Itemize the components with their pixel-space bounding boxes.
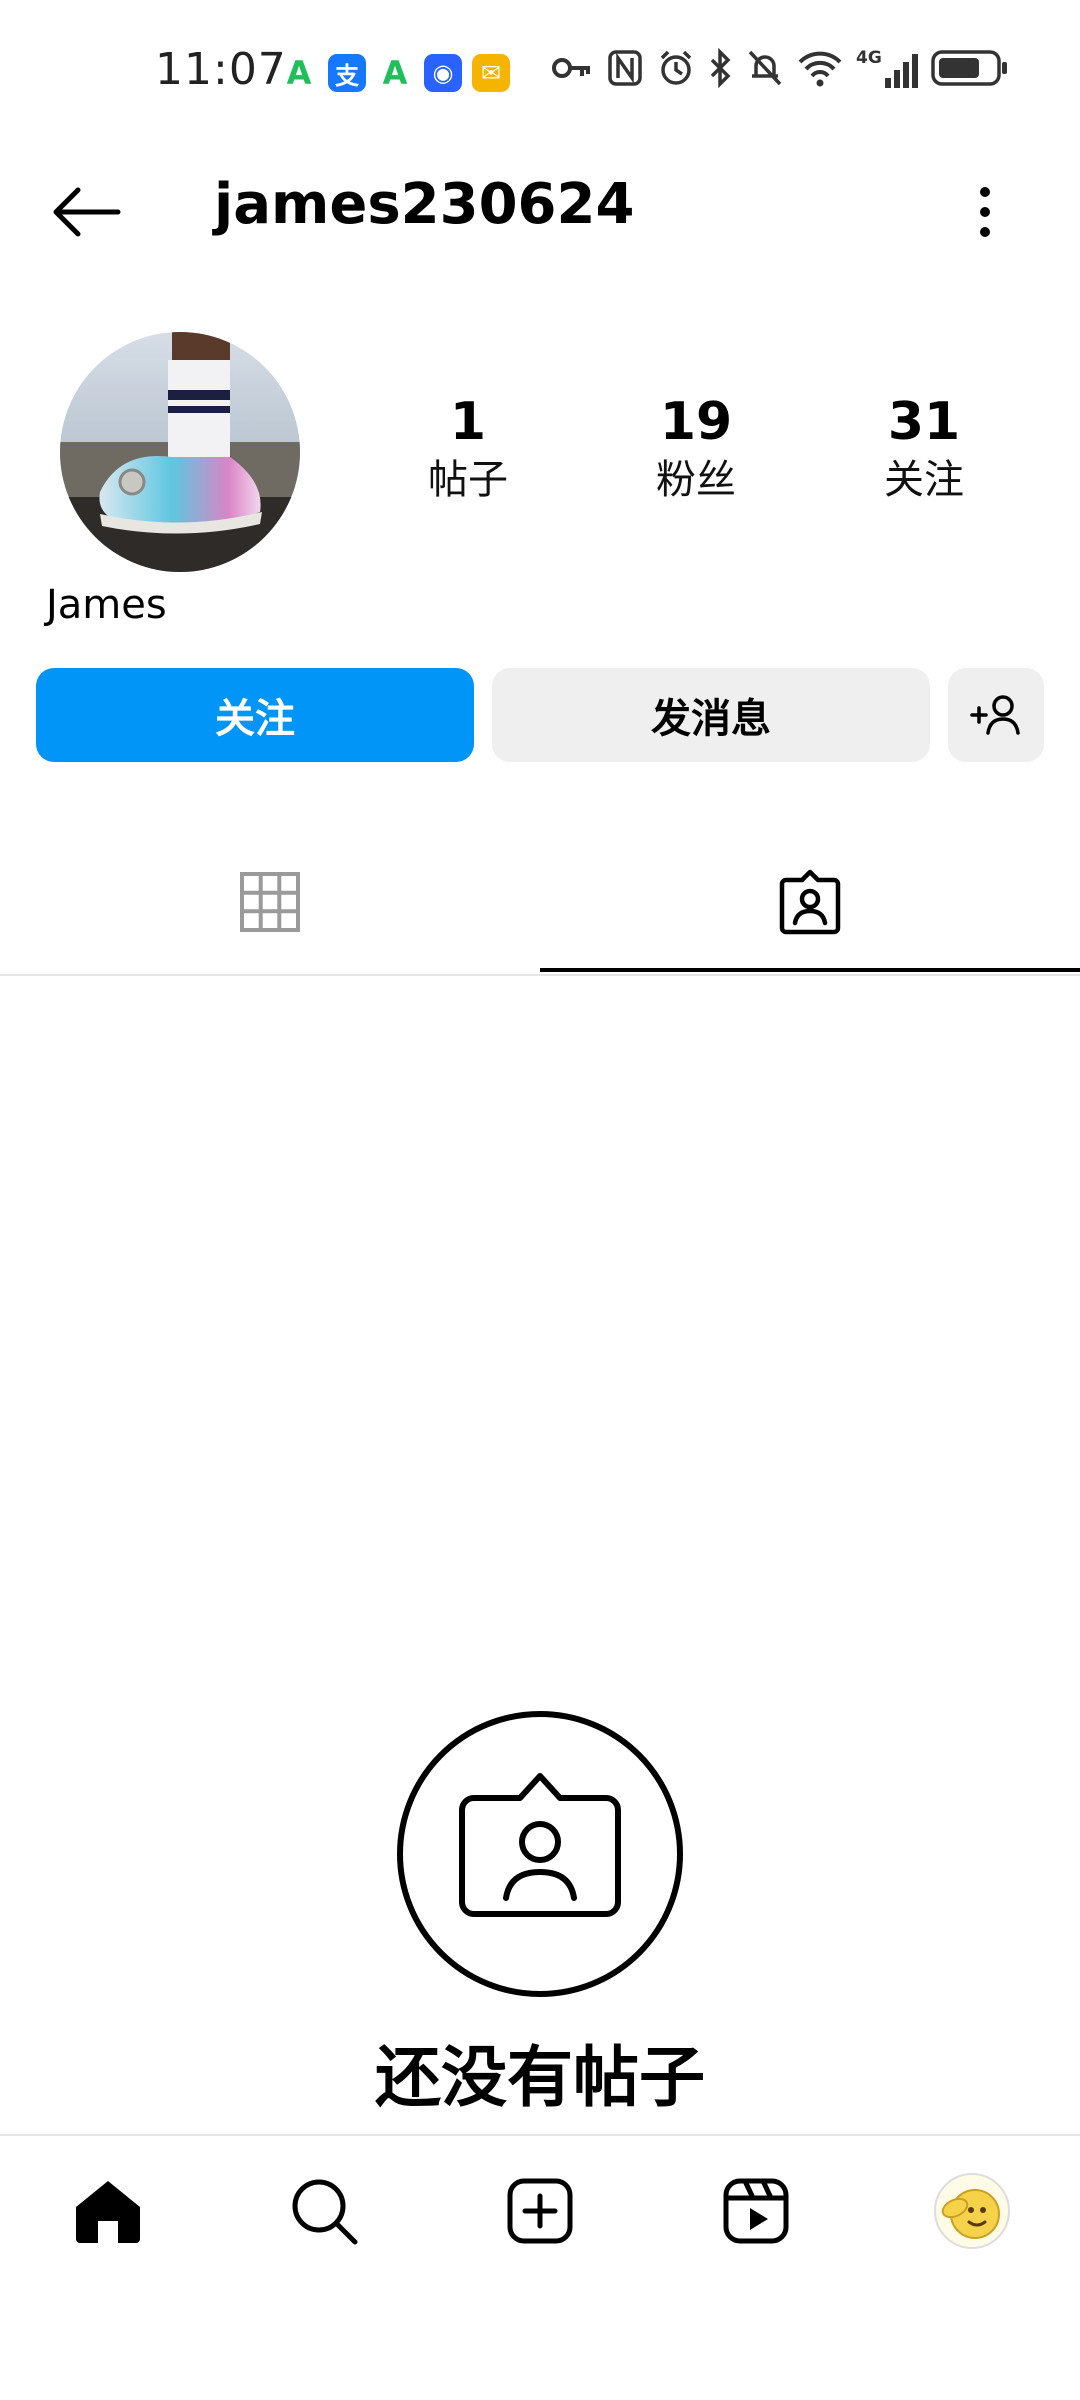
posts-label: 帖子 xyxy=(428,457,508,503)
arrow-left-icon xyxy=(53,187,121,237)
more-vertical-icon xyxy=(980,187,990,237)
profile-tabs xyxy=(0,830,1080,976)
grid-icon xyxy=(240,872,300,932)
profile-avatar-icon xyxy=(934,2173,1010,2249)
followers-label: 粉丝 xyxy=(656,457,736,503)
profile-username-title: james230624 xyxy=(214,172,635,237)
tab-posts-grid[interactable] xyxy=(0,830,540,974)
create-icon xyxy=(507,2178,573,2244)
app-a-icon: A xyxy=(382,54,408,92)
profile-display-name: James xyxy=(46,582,167,628)
tab-tagged[interactable] xyxy=(540,830,1080,974)
system-status-icons: 4G xyxy=(550,48,1010,88)
mail-app-icon: ✉ xyxy=(472,54,510,92)
alarm-icon xyxy=(660,50,692,85)
follow-button[interactable]: 关注 xyxy=(36,668,474,762)
tagged-person-icon xyxy=(779,869,841,935)
followers-count: 19 xyxy=(659,392,733,452)
suggested-users-button[interactable] xyxy=(948,668,1044,762)
security-app-icon: ◉ xyxy=(424,54,462,92)
search-icon xyxy=(292,2179,358,2245)
empty-state-illustration xyxy=(396,1710,684,1998)
add-person-icon xyxy=(970,695,1020,735)
status-time: 11:07 xyxy=(155,44,287,95)
status-bar: 11:07 A 支 A ◉ ✉ 4G xyxy=(0,0,1080,140)
battery-icon xyxy=(931,50,1007,86)
alipay-icon: 支 xyxy=(328,54,366,92)
profile-avatar[interactable] xyxy=(60,332,300,572)
bluetooth-icon xyxy=(710,48,731,88)
key-icon xyxy=(552,58,590,78)
more-options-button[interactable] xyxy=(950,170,1020,254)
nav-search[interactable] xyxy=(216,2136,432,2286)
mute-icon xyxy=(748,50,782,86)
app-a-icon: A xyxy=(286,54,312,92)
nav-reels[interactable] xyxy=(648,2136,864,2286)
nav-home[interactable] xyxy=(0,2136,216,2286)
nav-create[interactable] xyxy=(432,2136,648,2286)
stat-followers[interactable]: 19 粉丝 xyxy=(606,392,786,508)
active-tab-indicator xyxy=(540,968,1080,972)
following-count: 31 xyxy=(887,392,961,452)
notification-icons: A 支 A ◉ ✉ xyxy=(280,50,510,96)
empty-state-title: 还没有帖子 xyxy=(375,2039,705,2116)
tagged-photos-icon xyxy=(397,1711,683,1997)
stat-following[interactable]: 31 关注 xyxy=(834,392,1014,508)
stat-posts[interactable]: 1 帖子 xyxy=(378,392,558,508)
network-label: 4G xyxy=(856,48,882,68)
back-button[interactable] xyxy=(40,176,132,248)
posts-count: 1 xyxy=(449,392,487,452)
reels-icon xyxy=(723,2178,789,2244)
signal-4g-icon: 4G xyxy=(856,48,918,88)
avatar-photo xyxy=(60,332,300,572)
nfc-icon xyxy=(608,50,642,86)
message-button[interactable]: 发消息 xyxy=(492,668,930,762)
following-label: 关注 xyxy=(884,457,964,503)
home-icon xyxy=(76,2181,140,2243)
nav-profile[interactable] xyxy=(864,2136,1080,2286)
bottom-navigation xyxy=(0,2134,1080,2286)
wifi-icon xyxy=(798,51,842,87)
